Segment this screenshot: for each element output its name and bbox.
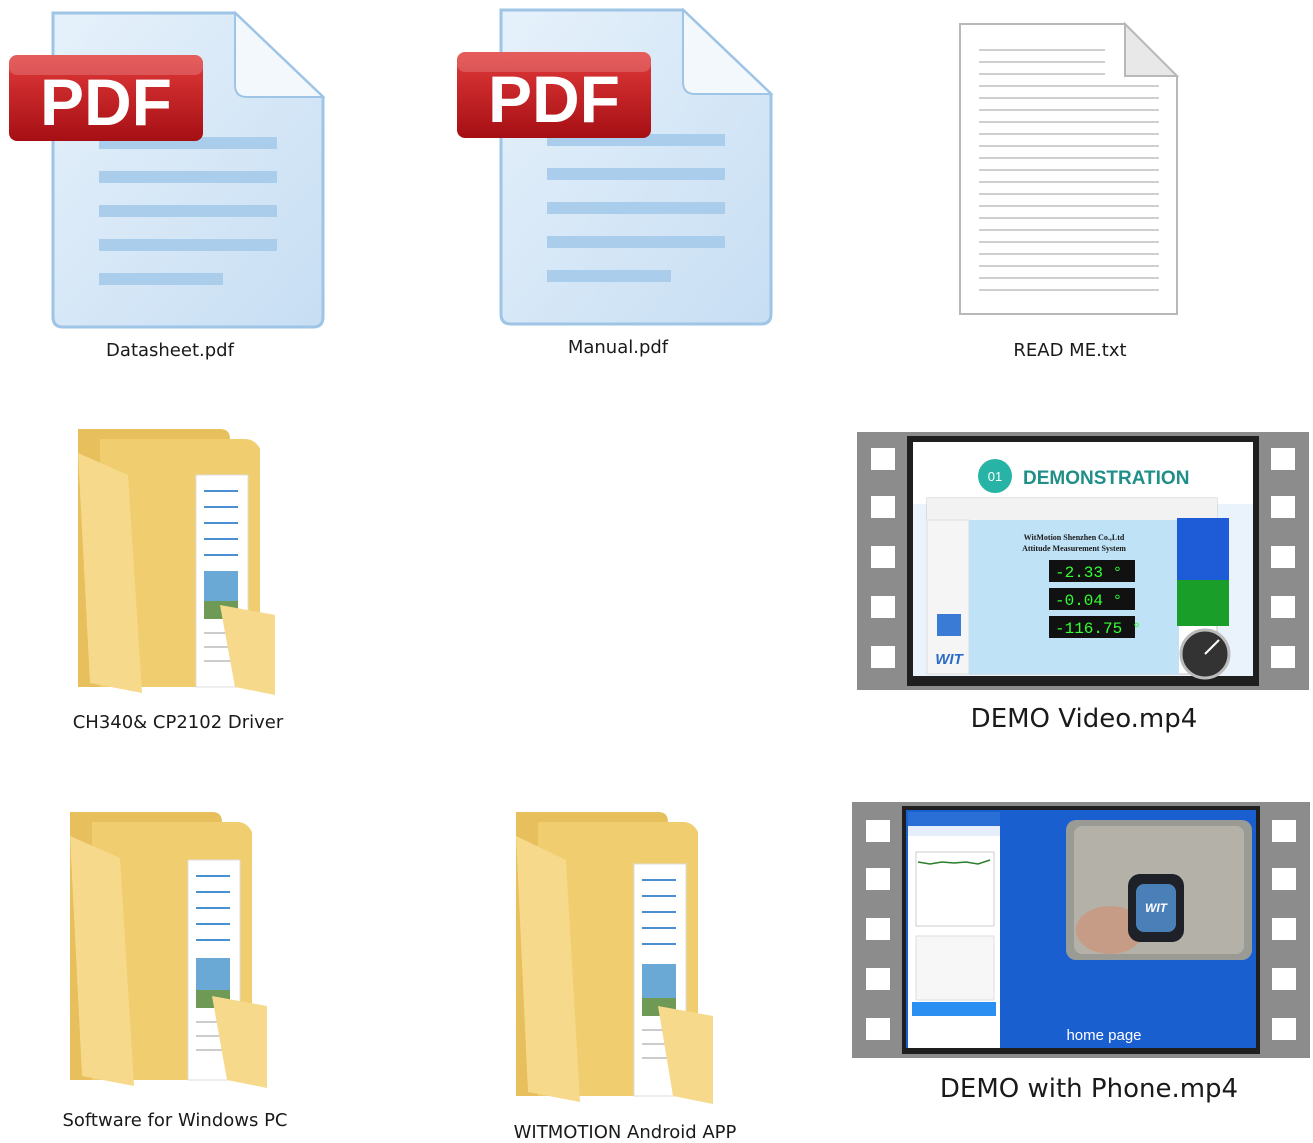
thumbnail-title: DEMONSTRATION xyxy=(1023,468,1189,489)
video-file-icon: WIT home page xyxy=(852,802,1310,1058)
file-item-manual[interactable]: PDF Manual.pdf xyxy=(448,0,788,380)
folder-icon xyxy=(516,812,713,1104)
video-label: DEMO Video.mp4 xyxy=(970,704,1198,734)
pdf-badge-text: PDF xyxy=(40,65,172,139)
file-label: Manual.pdf xyxy=(567,337,669,358)
folder-label: WITMOTION Android APP xyxy=(513,1122,737,1143)
thumbnail-readout: -0.04 ° xyxy=(1055,592,1122,610)
thumbnail-readout: -116.75 ° xyxy=(1055,620,1141,638)
folder-icon xyxy=(78,429,275,695)
thumbnail-company: WitMotion Shenzhen Co.,Ltd xyxy=(1024,533,1125,542)
thumbnail-readout: -2.33 ° xyxy=(1055,564,1122,582)
file-item-datasheet[interactable]: PDF Datasheet.pdf xyxy=(0,0,340,380)
text-file-icon xyxy=(959,21,1180,315)
pdf-file-icon: PDF xyxy=(457,7,774,326)
folder-label: CH340& CP2102 Driver xyxy=(72,712,284,733)
pdf-badge-text: PDF xyxy=(488,62,620,136)
video-item-demo-phone[interactable]: WIT home page DEMO with Phone.mp4 xyxy=(850,800,1313,1120)
pdf-file-icon: PDF xyxy=(9,10,326,329)
thumbnail-badge: 01 xyxy=(988,469,1002,484)
file-label: READ ME.txt xyxy=(1013,340,1127,361)
video-label: DEMO with Phone.mp4 xyxy=(939,1074,1239,1104)
video-item-demo[interactable]: 01 DEMONSTRATION WitMotion Shenzhen Co.,… xyxy=(855,430,1313,750)
folder-item-driver[interactable]: CH340& CP2102 Driver xyxy=(0,420,360,750)
file-label: Datasheet.pdf xyxy=(106,340,234,361)
thumbnail-logo: WIT xyxy=(935,651,964,668)
folder-label: Software for Windows PC xyxy=(62,1110,288,1131)
folder-item-android-app[interactable]: WITMOTION Android APP xyxy=(450,800,810,1143)
thumbnail-device-logo: WIT xyxy=(1145,901,1169,915)
video-file-icon: 01 DEMONSTRATION WitMotion Shenzhen Co.,… xyxy=(857,432,1309,690)
thumbnail-caption: home page xyxy=(1066,1027,1141,1044)
file-item-readme[interactable]: READ ME.txt xyxy=(900,0,1240,380)
thumbnail-system: Attitude Measurement System xyxy=(1022,544,1126,553)
folder-item-windows-software[interactable]: Software for Windows PC xyxy=(0,800,360,1142)
folder-icon xyxy=(70,812,267,1088)
